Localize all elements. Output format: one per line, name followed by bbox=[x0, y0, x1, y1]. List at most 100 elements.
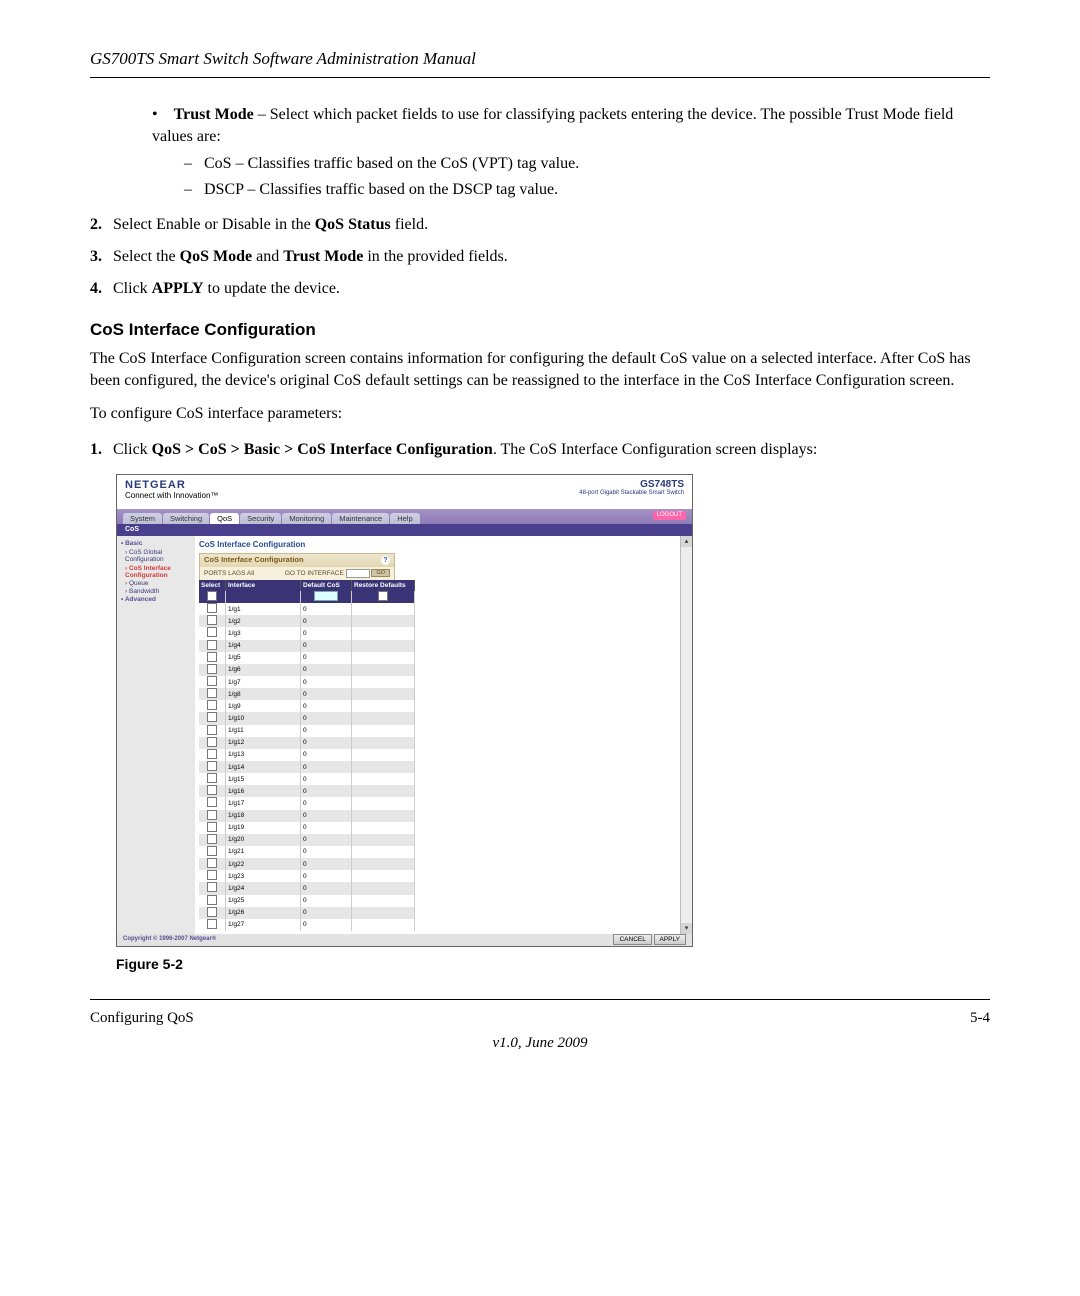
tab-security[interactable]: Security bbox=[240, 513, 281, 524]
sidebar-item-cos-global[interactable]: › CoS Global Configuration bbox=[125, 549, 191, 563]
page-footer: Configuring QoS 5-4 bbox=[90, 1008, 990, 1028]
scroll-up-icon[interactable]: ▴ bbox=[681, 536, 692, 547]
row-checkbox[interactable] bbox=[207, 712, 217, 722]
help-icon[interactable]: ? bbox=[381, 556, 390, 565]
sidebar-item-bandwidth[interactable]: › Bandwidth bbox=[125, 588, 191, 595]
bullet-trust-mode: • Trust Mode – Select which packet field… bbox=[152, 104, 990, 200]
tab-maintenance[interactable]: Maintenance bbox=[332, 513, 389, 524]
row-restore bbox=[352, 688, 415, 700]
row-restore bbox=[352, 834, 415, 846]
section-heading: CoS Interface Configuration bbox=[90, 319, 990, 342]
sub-bullets: – CoS – Classifies traffic based on the … bbox=[184, 153, 990, 200]
cancel-button[interactable]: CANCEL bbox=[613, 934, 651, 945]
row-interface: 1/g18 bbox=[226, 810, 301, 822]
scrollbar[interactable]: ▴ ▾ bbox=[680, 536, 692, 934]
row-checkbox[interactable] bbox=[207, 725, 217, 735]
row-interface: 1/g20 bbox=[226, 834, 301, 846]
row-checkbox[interactable] bbox=[207, 652, 217, 662]
row-interface: 1/g4 bbox=[226, 640, 301, 652]
table-row: 1/g30 bbox=[199, 627, 415, 639]
table-row: 1/g220 bbox=[199, 858, 415, 870]
sidebar: • Basic › CoS Global Configuration › CoS… bbox=[117, 536, 195, 934]
row-checkbox[interactable] bbox=[207, 676, 217, 686]
table-row: 1/g170 bbox=[199, 797, 415, 809]
row-checkbox[interactable] bbox=[207, 895, 217, 905]
row-checkbox[interactable] bbox=[207, 749, 217, 759]
default-cos-dropdown[interactable] bbox=[314, 591, 338, 601]
table-row: 1/g80 bbox=[199, 688, 415, 700]
select-all-checkbox[interactable] bbox=[207, 591, 217, 601]
model-sub: 48-port Gigabit Stackable Smart Switch bbox=[579, 490, 684, 497]
row-restore bbox=[352, 627, 415, 639]
row-default-cos: 0 bbox=[301, 797, 352, 809]
row-checkbox[interactable] bbox=[207, 603, 217, 613]
sub-cos: CoS – Classifies traffic based on the Co… bbox=[204, 155, 579, 172]
row-checkbox[interactable] bbox=[207, 615, 217, 625]
row-checkbox[interactable] bbox=[207, 761, 217, 771]
ports-lags-all[interactable]: PORTS LAGS All bbox=[204, 570, 254, 577]
row-checkbox[interactable] bbox=[207, 870, 217, 880]
sidebar-item-queue[interactable]: › Queue bbox=[125, 580, 191, 587]
apply-button[interactable]: APPLY bbox=[654, 934, 686, 945]
tab-qos[interactable]: QoS bbox=[210, 513, 239, 524]
row-default-cos: 0 bbox=[301, 749, 352, 761]
row-checkbox[interactable] bbox=[207, 810, 217, 820]
row-restore bbox=[352, 676, 415, 688]
table-row: 1/g150 bbox=[199, 773, 415, 785]
header-rule bbox=[90, 77, 990, 78]
model-label: GS748TS bbox=[579, 479, 684, 490]
row-default-cos: 0 bbox=[301, 907, 352, 919]
row-checkbox[interactable] bbox=[207, 640, 217, 650]
table-row: 1/g140 bbox=[199, 761, 415, 773]
tab-help[interactable]: Help bbox=[390, 513, 419, 524]
row-checkbox[interactable] bbox=[207, 664, 217, 674]
step-num: 4. bbox=[90, 278, 113, 300]
step-num: 2. bbox=[90, 214, 113, 236]
row-checkbox[interactable] bbox=[207, 834, 217, 844]
sidebar-group-basic[interactable]: • Basic bbox=[121, 540, 191, 547]
row-checkbox[interactable] bbox=[207, 627, 217, 637]
row-default-cos: 0 bbox=[301, 822, 352, 834]
row-restore bbox=[352, 846, 415, 858]
row-checkbox[interactable] bbox=[207, 797, 217, 807]
row-checkbox[interactable] bbox=[207, 737, 217, 747]
row-checkbox[interactable] bbox=[207, 907, 217, 917]
sidebar-group-advanced[interactable]: • Advanced bbox=[121, 596, 191, 603]
restore-all-checkbox[interactable] bbox=[378, 591, 388, 601]
scroll-down-icon[interactable]: ▾ bbox=[681, 923, 692, 934]
table-row: 1/g200 bbox=[199, 834, 415, 846]
row-checkbox[interactable] bbox=[207, 688, 217, 698]
row-interface: 1/g13 bbox=[226, 749, 301, 761]
step4-bold: APPLY bbox=[152, 280, 204, 297]
row-interface: 1/g2 bbox=[226, 615, 301, 627]
col-default-cos: Default CoS bbox=[301, 580, 352, 591]
row-checkbox[interactable] bbox=[207, 822, 217, 832]
row-checkbox[interactable] bbox=[207, 846, 217, 856]
row-checkbox[interactable] bbox=[207, 773, 217, 783]
row-restore bbox=[352, 895, 415, 907]
col-select: Select bbox=[199, 580, 226, 591]
dash-marker: – bbox=[184, 155, 204, 172]
go-to-interface-input[interactable] bbox=[346, 569, 370, 578]
tab-switching[interactable]: Switching bbox=[163, 513, 209, 524]
sub-nav: CoS bbox=[117, 524, 692, 536]
row-default-cos: 0 bbox=[301, 810, 352, 822]
go-button[interactable]: GO bbox=[371, 569, 390, 577]
row-checkbox[interactable] bbox=[207, 700, 217, 710]
table-row: 1/g20 bbox=[199, 615, 415, 627]
logout-button[interactable]: LOGOUT bbox=[653, 511, 686, 520]
table-row: 1/g190 bbox=[199, 822, 415, 834]
row-checkbox[interactable] bbox=[207, 785, 217, 795]
row-interface: 1/g1 bbox=[226, 603, 301, 615]
sidebar-item-cos-interface[interactable]: › CoS Interface Configuration bbox=[125, 565, 191, 579]
tab-system[interactable]: System bbox=[123, 513, 162, 524]
row-checkbox[interactable] bbox=[207, 858, 217, 868]
main-panel: CoS Interface Configuration CoS Interfac… bbox=[195, 536, 692, 934]
row-checkbox[interactable] bbox=[207, 882, 217, 892]
table-row: 1/g50 bbox=[199, 652, 415, 664]
tab-monitoring[interactable]: Monitoring bbox=[282, 513, 331, 524]
row-interface: 1/g15 bbox=[226, 773, 301, 785]
row-default-cos: 0 bbox=[301, 652, 352, 664]
row-checkbox[interactable] bbox=[207, 919, 217, 929]
page-header: GS700TS Smart Switch Software Administra… bbox=[90, 48, 990, 71]
